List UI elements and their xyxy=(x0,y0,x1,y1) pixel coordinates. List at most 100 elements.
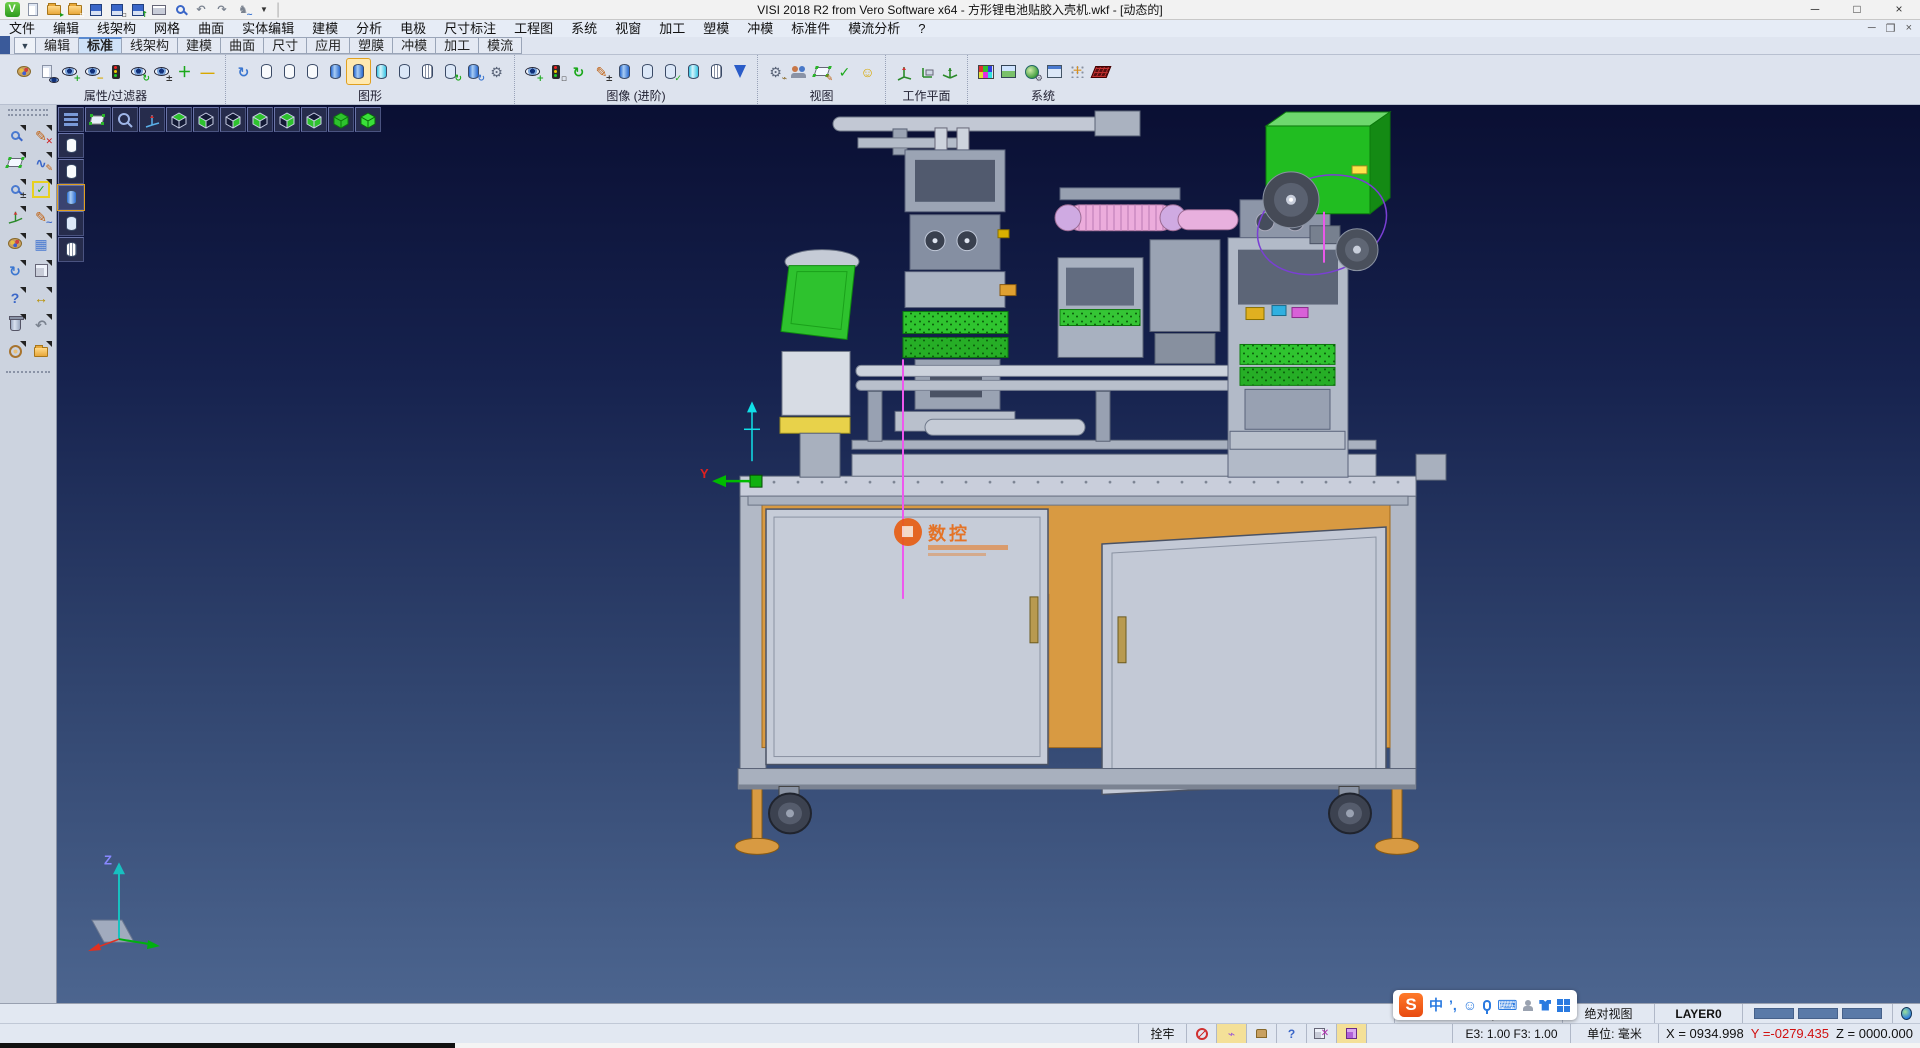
hidden-line-mode-icon[interactable] xyxy=(278,59,301,84)
visi-logo-icon[interactable]: V xyxy=(3,2,21,18)
menu-analysis[interactable]: 分析 xyxy=(347,20,391,37)
3d-viewport[interactable]: Y 数控 Z xyxy=(57,105,1920,1003)
flat-cylinder-icon[interactable] xyxy=(58,211,84,236)
color-palette-grid-icon[interactable] xyxy=(974,59,997,84)
transparent-mode-icon[interactable] xyxy=(370,59,393,84)
open-file-icon[interactable]: ▸ xyxy=(45,2,63,18)
workplane-move-icon[interactable] xyxy=(938,59,961,84)
undo-gray-icon[interactable]: ↶ xyxy=(29,313,53,336)
units-indicator[interactable]: 单位: 毫米 xyxy=(1570,1024,1658,1043)
save-all-icon[interactable]: ↑ xyxy=(129,2,147,18)
menu-edit[interactable]: 编辑 xyxy=(44,20,88,37)
menu-progress[interactable]: 冲模 xyxy=(738,20,782,37)
layout-window-icon[interactable]: ▦ xyxy=(29,232,53,255)
ime-emoji-icon[interactable]: ☺ xyxy=(1463,998,1477,1012)
menu-system[interactable]: 系统 xyxy=(562,20,606,37)
toggle-visibility-icon[interactable]: ± xyxy=(150,59,173,84)
menu-dimension[interactable]: 尺寸标注 xyxy=(435,20,505,37)
menu-mesh[interactable]: 网格 xyxy=(145,20,189,37)
erase-entity-icon[interactable]: ✎✕ xyxy=(29,124,53,147)
show-all-icon[interactable]: ＋ xyxy=(173,59,196,84)
filter-remove-icon[interactable]: − xyxy=(81,59,104,84)
ime-punctuation[interactable]: ’, xyxy=(1449,998,1457,1012)
grid-settings-icon[interactable] xyxy=(1089,59,1112,84)
delete-cube-icon[interactable]: ✕ xyxy=(1306,1024,1336,1043)
advanced-view-add-icon[interactable]: + xyxy=(521,59,544,84)
workplane-align-icon[interactable] xyxy=(915,59,938,84)
tab-mould[interactable]: 塑膜 xyxy=(350,37,393,54)
stamp-tool-icon[interactable] xyxy=(1246,1024,1276,1043)
ime-toolbox-icon[interactable] xyxy=(1557,999,1570,1012)
ime-skin-icon[interactable] xyxy=(1539,1000,1551,1011)
print-icon[interactable] xyxy=(150,2,168,18)
close-button[interactable]: × xyxy=(1878,0,1920,19)
hatched-mode-icon[interactable] xyxy=(416,59,439,84)
snap-settings-icon[interactable]: ＋ xyxy=(1066,59,1089,84)
session-macro-icon[interactable]: ♞~ xyxy=(234,2,252,18)
shaded-mode-icon[interactable] xyxy=(324,59,347,84)
advanced-traffic-icon[interactable]: ▫ xyxy=(544,59,567,84)
navigate-wheel-icon[interactable] xyxy=(3,340,27,363)
tab-machining[interactable]: 加工 xyxy=(436,37,479,54)
menu-mould[interactable]: 塑模 xyxy=(694,20,738,37)
menu-surface[interactable]: 曲面 xyxy=(189,20,233,37)
regenerate-icon[interactable]: ↻ xyxy=(3,259,27,282)
adv-shaded-icon[interactable] xyxy=(613,59,636,84)
view-bottom-cube-icon[interactable] xyxy=(193,107,219,132)
tab-overflow-dropdown[interactable]: ▼ xyxy=(14,37,36,54)
flat-mode-icon[interactable] xyxy=(393,59,416,84)
menu-file[interactable]: 文件 xyxy=(0,20,44,37)
view-list-icon[interactable] xyxy=(58,107,84,132)
menu-window[interactable]: 视窗 xyxy=(606,20,650,37)
snap-lock-toggle[interactable]: 拴牢 xyxy=(1138,1024,1186,1043)
delete-trash-icon[interactable] xyxy=(3,313,27,336)
view-entities-icon[interactable] xyxy=(787,59,810,84)
filter-add-icon[interactable]: + xyxy=(58,59,81,84)
machine-3d-scene[interactable]: Y 数控 Z xyxy=(57,105,1920,1003)
redraw-icon[interactable]: ↻ xyxy=(232,59,255,84)
menu-standard-parts[interactable]: 标准件 xyxy=(782,20,839,37)
dynamic-cube-icon[interactable] xyxy=(1336,1024,1366,1043)
menu-help[interactable]: ? xyxy=(909,20,934,37)
panel-grip[interactable] xyxy=(8,109,48,116)
new-file-icon[interactable] xyxy=(24,2,42,18)
regen-all-icon[interactable]: ↻ xyxy=(462,59,485,84)
tab-surface[interactable]: 曲面 xyxy=(221,37,264,54)
attributes-palette-icon[interactable] xyxy=(12,59,35,84)
sogou-logo-icon[interactable]: S xyxy=(1399,993,1423,1017)
zoom-redraw-icon[interactable] xyxy=(3,124,27,147)
adv-flat-icon[interactable] xyxy=(636,59,659,84)
zoom-extents-icon[interactable]: ± xyxy=(3,178,27,201)
view-left-cube-icon[interactable] xyxy=(274,107,300,132)
attributes-books-icon[interactable] xyxy=(3,232,27,255)
menu-electrode[interactable]: 电极 xyxy=(391,20,435,37)
open-folder-icon[interactable] xyxy=(29,340,53,363)
view-smiley-icon[interactable]: ☺ xyxy=(856,59,879,84)
solid-cube-icon[interactable] xyxy=(29,259,53,282)
mdi-restore-button[interactable]: ❐ xyxy=(1886,22,1896,35)
view-tools-icon[interactable]: ⚙⌁ xyxy=(764,59,787,84)
ime-mode-chinese[interactable]: 中 xyxy=(1429,998,1443,1012)
menu-drafting[interactable]: 工程图 xyxy=(505,20,562,37)
spline-draw-icon[interactable]: ∿✎ xyxy=(29,151,53,174)
ime-keyboard-icon[interactable]: ⌨ xyxy=(1497,998,1517,1012)
view-top-cube-icon[interactable] xyxy=(166,107,192,132)
menu-flow-analysis[interactable]: 模流分析 xyxy=(839,20,909,37)
refresh-visibility-icon[interactable]: ↻ xyxy=(127,59,150,84)
zoom-all-icon[interactable] xyxy=(112,107,138,132)
ime-account-icon[interactable] xyxy=(1523,1000,1533,1011)
ime-mic-icon[interactable] xyxy=(1483,1000,1491,1011)
view-shaded-cube-icon[interactable] xyxy=(355,107,381,132)
magic-wand-icon[interactable]: ⌁ xyxy=(1216,1024,1246,1043)
advanced-toggle-icon[interactable]: ✎± xyxy=(590,59,613,84)
shaded-cylinder-icon[interactable] xyxy=(58,185,84,210)
ucs-axes-icon[interactable] xyxy=(3,205,27,228)
tab-flow[interactable]: 模流 xyxy=(479,37,522,54)
qat-dropdown-icon[interactable]: ▼ xyxy=(255,2,273,18)
confirm-check-icon[interactable]: ✓ xyxy=(29,178,53,201)
taskbar-app-area[interactable] xyxy=(455,1043,1920,1048)
view-front-cube-icon[interactable] xyxy=(220,107,246,132)
save-icon[interactable] xyxy=(87,2,105,18)
regen-shading-icon[interactable]: ↻ xyxy=(439,59,462,84)
tab-dimension[interactable]: 尺寸 xyxy=(264,37,307,54)
